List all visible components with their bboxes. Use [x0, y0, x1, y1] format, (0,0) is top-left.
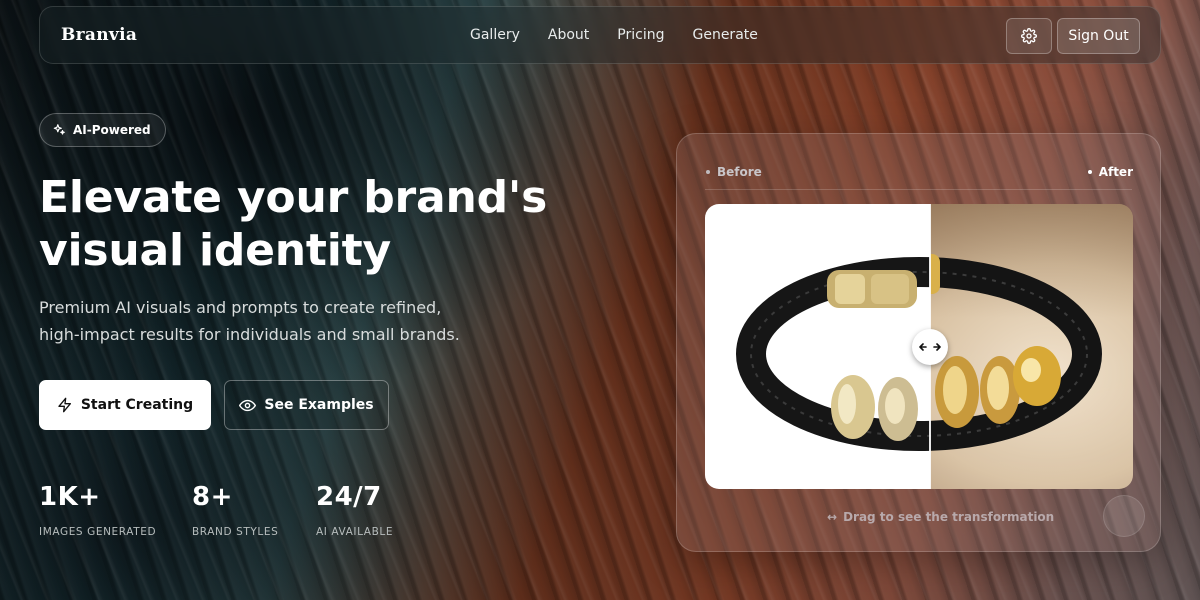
stat-value: 8+ [192, 482, 233, 512]
stat-value: 1K+ [39, 482, 101, 512]
before-image [705, 204, 930, 489]
gear-icon [1021, 28, 1037, 44]
stat-images-generated: 1K+ IMAGES GENERATED [39, 482, 156, 538]
stat-value: 24/7 [316, 482, 382, 512]
settings-button[interactable] [1006, 18, 1052, 54]
headline-line-2: visual identity [39, 225, 391, 276]
before-label-text: Before [717, 165, 762, 179]
nav-links: Gallery About Pricing Generate [470, 27, 758, 43]
stat-ai-available: 24/7 AI AVAILABLE [316, 482, 393, 538]
after-label: After [1087, 165, 1133, 179]
after-label-text: After [1098, 165, 1133, 179]
before-label: Before [706, 165, 762, 179]
card-divider [705, 189, 1132, 190]
nav-link-gallery[interactable]: Gallery [470, 27, 520, 43]
nav-link-about[interactable]: About [548, 27, 589, 43]
drag-hint-text: Drag to see the transformation [843, 510, 1055, 524]
eye-icon [239, 399, 257, 411]
headline-line-1: Elevate your brand's [39, 172, 548, 223]
comparison-slider[interactable] [705, 204, 1133, 489]
hero-headline: Elevate your brand's visual identity [39, 171, 559, 277]
nav-link-pricing[interactable]: Pricing [617, 27, 664, 43]
hero-subtext: Premium AI visuals and prompts to create… [39, 298, 460, 344]
see-examples-label: See Examples [264, 397, 374, 413]
stat-label: IMAGES GENERATED [39, 526, 157, 538]
badge-label: AI-Powered [73, 123, 151, 137]
left-right-arrows-icon [919, 343, 941, 351]
stat-brand-styles: 8+ BRAND STYLES [192, 482, 278, 538]
before-after-card: Before After ↔ Drag to see the transform… [676, 133, 1161, 552]
start-creating-button[interactable]: Start Creating [39, 380, 211, 430]
top-navbar: Branvia Gallery About Pricing Generate S… [39, 6, 1161, 64]
stat-label: BRAND STYLES [192, 526, 279, 538]
horizontal-arrows-icon: ↔ [827, 510, 838, 524]
sign-out-button[interactable]: Sign Out [1057, 18, 1140, 54]
before-dot [706, 170, 710, 174]
sparkle-icon [53, 124, 65, 135]
start-creating-label: Start Creating [80, 397, 194, 413]
stat-label: AI AVAILABLE [316, 526, 394, 538]
comparison-drag-handle[interactable] [912, 329, 948, 365]
bracelet-after-illustration [930, 254, 1102, 451]
ai-powered-badge: AI-Powered [39, 113, 166, 147]
lightning-icon [58, 397, 71, 413]
brand-logo[interactable]: Branvia [61, 25, 137, 45]
floating-circle-button[interactable] [1103, 495, 1145, 537]
drag-hint: ↔ Drag to see the transformation [827, 510, 1054, 524]
see-examples-button[interactable]: See Examples [224, 380, 389, 430]
nav-link-generate[interactable]: Generate [692, 27, 757, 43]
after-image [930, 204, 1133, 489]
bracelet-before-illustration [736, 257, 930, 451]
after-dot [1087, 170, 1092, 174]
